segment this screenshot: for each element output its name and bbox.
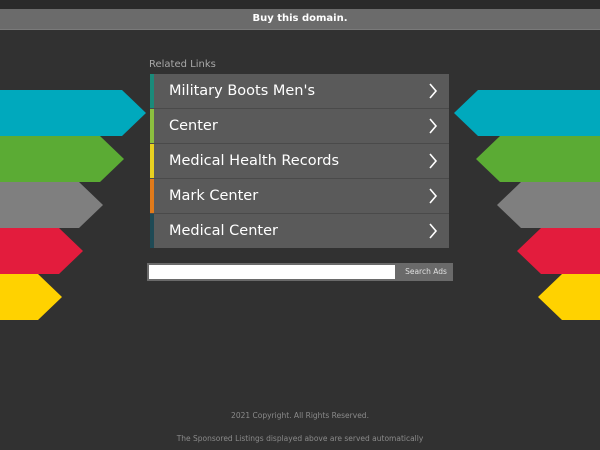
- right-arrow-red: [517, 228, 600, 274]
- related-link-label: Military Boots Men's: [169, 83, 316, 99]
- search-ads-button[interactable]: Search Ads: [399, 263, 453, 281]
- footer-disclaimer: The Sponsored Listings displayed above a…: [176, 434, 424, 443]
- left-arrow-cyan: [0, 90, 146, 136]
- chevron-right-icon: [429, 83, 438, 99]
- link-accent-bar: [150, 144, 154, 178]
- right-arrow-green: [476, 136, 600, 182]
- search-bar: Search Ads: [147, 263, 453, 281]
- buy-domain-button[interactable]: Buy this domain.: [0, 9, 600, 30]
- related-link-medical-health-records[interactable]: Medical Health Records: [150, 144, 449, 179]
- left-arrow-green: [0, 136, 124, 182]
- left-arrow-yellow: [0, 274, 62, 320]
- link-accent-bar: [150, 74, 154, 108]
- chevron-right-icon: [429, 223, 438, 239]
- left-arrow-red: [0, 228, 83, 274]
- right-arrow-cyan: [454, 90, 600, 136]
- left-arrow-gray: [0, 182, 103, 228]
- related-link-mark-center[interactable]: Mark Center: [150, 179, 449, 214]
- right-arrow-yellow: [538, 274, 600, 320]
- related-links-list: Military Boots Men's Center Medical Heal…: [150, 74, 449, 248]
- related-link-label: Medical Health Records: [169, 153, 340, 169]
- chevron-right-icon: [429, 118, 438, 134]
- chevron-right-icon: [429, 153, 438, 169]
- related-link-center[interactable]: Center: [150, 109, 449, 144]
- link-accent-bar: [150, 109, 154, 143]
- chevron-right-icon: [429, 188, 438, 204]
- related-link-military-boots[interactable]: Military Boots Men's: [150, 74, 449, 109]
- footer-copyright: 2021 Copyright. All Rights Reserved.: [231, 411, 369, 420]
- link-accent-bar: [150, 214, 154, 248]
- parked-domain-page: Buy this domain. Related Links Military …: [0, 0, 600, 450]
- related-link-label: Medical Center: [169, 223, 278, 239]
- related-links-title: Related Links: [149, 59, 216, 70]
- top-strip: [0, 0, 600, 9]
- link-accent-bar: [150, 179, 154, 213]
- related-link-label: Center: [169, 118, 218, 134]
- related-link-label: Mark Center: [169, 188, 259, 204]
- related-link-medical-center[interactable]: Medical Center: [150, 214, 449, 248]
- search-input[interactable]: [149, 265, 395, 279]
- right-arrow-gray: [497, 182, 600, 228]
